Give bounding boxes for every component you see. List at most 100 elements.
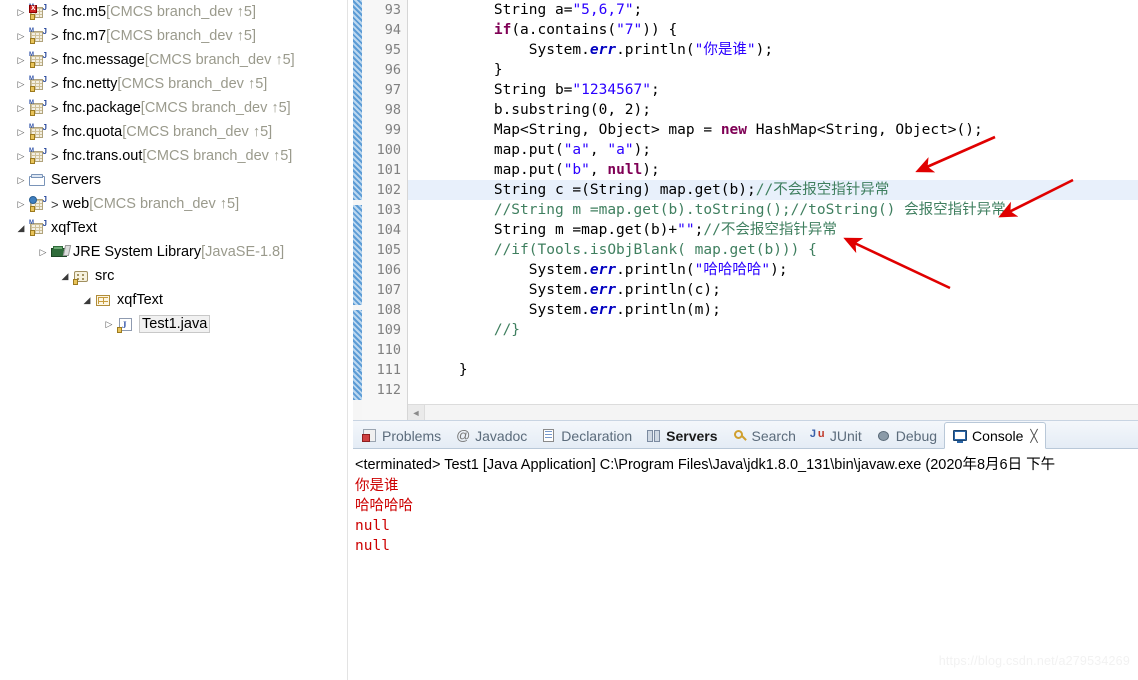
line-number: 98 (384, 102, 401, 118)
code-line[interactable]: System.err.println(c); (408, 280, 1138, 300)
tree-item-decoration: [CMCS branch_dev ↑5] (122, 124, 273, 140)
close-icon[interactable]: ╳ (1030, 429, 1037, 443)
scroll-left-arrow-icon[interactable]: ◄ (408, 404, 425, 420)
code-line[interactable]: map.put("a", "a"); (408, 140, 1138, 160)
code-token: "哈哈哈哈" (694, 262, 771, 278)
line-number: 106 (376, 262, 401, 278)
tab-junit[interactable]: Ju JUnit (803, 422, 869, 449)
code-token: "b" (563, 162, 590, 178)
source-folder-icon (72, 267, 92, 285)
chevron-down-icon[interactable]: ◢ (14, 223, 28, 234)
tree-item-fnc-m5[interactable]: ▷MJ>fnc.m5 [CMCS branch_dev ↑5] (0, 0, 347, 24)
tab-servers[interactable]: Servers (639, 422, 724, 449)
editor-horizontal-scrollbar[interactable]: ◄ (408, 404, 1138, 420)
console-line: 你是谁 (355, 478, 399, 494)
code-line[interactable]: String c =(String) map.get(b);//不会报空指针异常 (408, 180, 1138, 200)
chevron-right-icon[interactable]: ▷ (102, 319, 116, 330)
code-text-area[interactable]: String a="5,6,7"; if(a.contains("7")) { … (408, 0, 1138, 420)
dirty-marker: > (51, 148, 59, 164)
line-number: 108 (376, 302, 401, 318)
tree-item-fnc-package[interactable]: ▷ M J > fnc.package [CMCS branch_dev ↑5] (0, 96, 347, 120)
tree-item-fnc-quota[interactable]: ▷ M J > fnc.quota [CMCS branch_dev ↑5] (0, 120, 347, 144)
chevron-right-icon[interactable]: ▷ (14, 55, 28, 66)
chevron-right-icon[interactable]: ▷ (14, 151, 28, 162)
code-line[interactable]: String m =map.get(b)+"";//不会报空指针异常 (408, 220, 1138, 240)
chevron-right-icon[interactable]: ▷ (14, 199, 28, 210)
scrollbar-track[interactable] (425, 404, 1138, 420)
tree-item-src[interactable]: ◢ src (0, 264, 347, 288)
code-line[interactable]: System.err.println(m); (408, 300, 1138, 320)
code-line[interactable]: //String m =map.get(b).toString();//toSt… (408, 200, 1138, 220)
java-project-icon: MJ (28, 51, 48, 69)
code-line[interactable]: //if(Tools.isObjBlank( map.get(b))) { (408, 240, 1138, 260)
code-token: ); (633, 142, 652, 158)
view-tab-bar[interactable]: Problems @ Javadoc Declaration Servers Search… (353, 421, 1138, 449)
code-line[interactable]: System.err.println("你是谁"); (408, 40, 1138, 60)
code-line[interactable] (408, 340, 1138, 360)
line-number: 95 (384, 42, 401, 58)
chevron-right-icon[interactable]: ▷ (14, 103, 28, 114)
code-token: "5,6,7" (572, 2, 634, 18)
tree-item-fnc-m7[interactable]: ▷ M J > fnc.m7 [CMCS branch_dev ↑5] (0, 24, 347, 48)
line-number: 107 (376, 282, 401, 298)
code-token: String m =map.get(b)+ (424, 222, 678, 238)
code-line[interactable]: //} (408, 320, 1138, 340)
tree-item-xqftext[interactable]: ◢ M JxqfText (0, 216, 347, 240)
tree-item-decoration: [CMCS branch_dev ↑5] (140, 100, 291, 116)
code-line[interactable]: b.substring(0, 2); (408, 100, 1138, 120)
line-number: 109 (376, 322, 401, 338)
chevron-right-icon[interactable]: ▷ (14, 127, 28, 138)
code-token: String b= (493, 82, 573, 98)
tree-item-fnc-message[interactable]: ▷ M J > fnc.message [CMCS branch_dev ↑5] (0, 48, 347, 72)
code-token: if (493, 22, 512, 38)
code-line[interactable]: } (408, 60, 1138, 80)
line-number: 110 (376, 342, 401, 358)
tab-console[interactable]: Console ╳ (944, 422, 1046, 449)
tree-item-jre-system-library[interactable]: ▷ JRE System Library [JavaSE-1.8] (0, 240, 347, 264)
code-line[interactable] (408, 380, 1138, 400)
code-token: map.put( (424, 142, 564, 158)
tab-label: Problems (382, 427, 442, 444)
debug-icon (876, 428, 892, 444)
tab-problems[interactable]: Problems (355, 422, 448, 449)
tree-item-label: fnc.package (62, 100, 141, 116)
tab-declaration[interactable]: Declaration (534, 422, 639, 449)
code-line[interactable]: if(a.contains("7")) { (408, 20, 1138, 40)
chevron-right-icon[interactable]: ▷ (36, 247, 50, 258)
code-token: (a.contains( (511, 22, 617, 38)
code-line[interactable]: map.put("b", null); (408, 160, 1138, 180)
tree-item-web[interactable]: ▷ J > web [CMCS branch_dev ↑5] (0, 192, 347, 216)
chevron-right-icon[interactable]: ▷ (14, 31, 28, 42)
tree-item-xqftext[interactable]: ◢ xqfText (0, 288, 347, 312)
package-explorer-tree[interactable]: ▷MJ>fnc.m5 [CMCS branch_dev ↑5]▷MJ>fnc.m… (0, 0, 347, 680)
tree-item-fnc-trans-out[interactable]: ▷ M J > fnc.trans.out [CMCS branch_dev ↑5] (0, 144, 347, 168)
code-token: "" (677, 222, 695, 238)
tree-item-decoration: [CMCS branch_dev ↑5] (144, 52, 295, 68)
chevron-right-icon[interactable]: ▷ (14, 79, 28, 90)
code-line[interactable]: System.err.println("哈哈哈哈"); (408, 260, 1138, 280)
change-marker (353, 205, 362, 305)
code-token: "1234567" (572, 82, 651, 98)
tree-item-test1-java[interactable]: ▷ J Test1.java (0, 312, 347, 336)
code-line[interactable]: String b="1234567"; (408, 80, 1138, 100)
tab-debug[interactable]: Debug (869, 422, 944, 449)
chevron-right-icon[interactable]: ▷ (14, 7, 28, 18)
tree-item-label: xqfText (117, 292, 163, 308)
code-line[interactable]: String a="5,6,7"; (408, 0, 1138, 20)
code-line[interactable]: Map<String, Object> map = new HashMap<St… (408, 120, 1138, 140)
chevron-down-icon[interactable]: ◢ (80, 295, 94, 306)
servers-icon (646, 428, 662, 444)
code-line[interactable]: } (408, 360, 1138, 380)
tab-javadoc[interactable]: @ Javadoc (448, 422, 534, 449)
tree-item-servers[interactable]: ▷ Servers (0, 168, 347, 192)
chevron-right-icon[interactable]: ▷ (14, 175, 28, 186)
chevron-down-icon[interactable]: ◢ (58, 271, 72, 282)
code-editor[interactable]: 93 94 95 96 97 98 99 100 101 102 103 104 105 106 107 10… (353, 0, 1138, 420)
tree-item-fnc-netty[interactable]: ▷ M J > fnc.netty [CMCS branch_dev ↑5] (0, 72, 347, 96)
tab-search[interactable]: Search (725, 422, 803, 449)
code-token: err (589, 302, 617, 318)
console-output-panel[interactable]: <terminated> Test1 [Java Application] C:… (353, 449, 1138, 680)
